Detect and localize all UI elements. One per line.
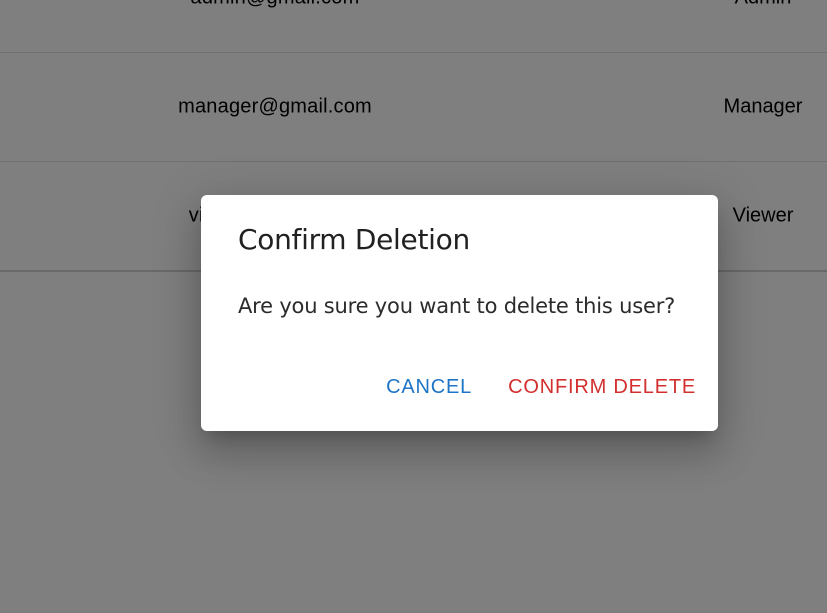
confirm-delete-dialog: Confirm Deletion Are you sure you want t… (201, 195, 718, 431)
confirm-delete-button[interactable]: CONFIRM DELETE (500, 372, 704, 403)
cancel-button[interactable]: CANCEL (378, 372, 480, 403)
dialog-actions: CANCEL CONFIRM DELETE (378, 372, 704, 403)
dialog-title: Confirm Deletion (238, 223, 470, 256)
dialog-message: Are you sure you want to delete this use… (238, 294, 676, 318)
